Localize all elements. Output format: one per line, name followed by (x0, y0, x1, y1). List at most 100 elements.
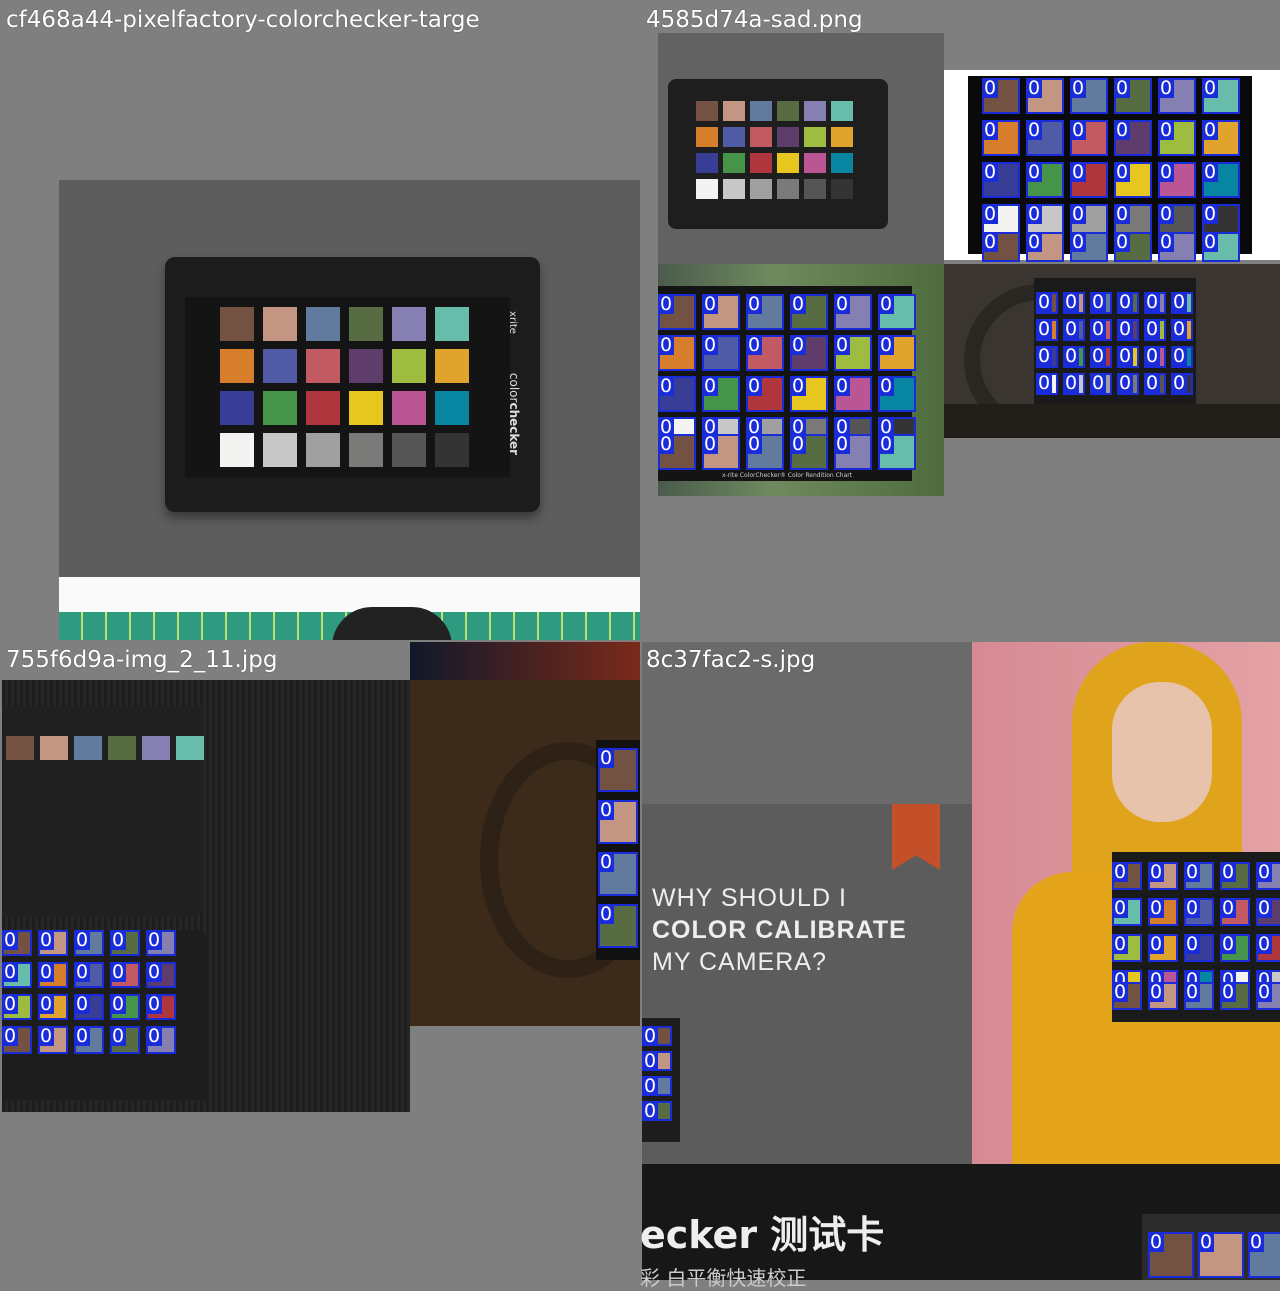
detection-bbox: 0 (1184, 982, 1214, 1010)
detection-bbox: 0 (1144, 346, 1166, 368)
subimage-a-case (668, 79, 888, 229)
color-patch (220, 349, 254, 383)
color-patch (349, 349, 383, 383)
detection-class-label: 0 (1090, 372, 1107, 394)
detection-bbox: 0 (1026, 232, 1064, 262)
detection-class-label: 0 (1090, 318, 1107, 340)
detection-class-label: 0 (1184, 861, 1201, 883)
mosaic-tile-1: xrite colorchecker cf468a44-pixelfactory… (2, 2, 640, 640)
color-patch (40, 736, 68, 760)
detection-bbox: 0 (1112, 982, 1142, 1010)
color-patch (306, 307, 340, 341)
detection-bbox: 0 (2, 994, 32, 1020)
detection-class-label: 0 (1256, 981, 1273, 1003)
detection-bbox: 0 (1184, 862, 1214, 890)
detection-bbox: 0 (1220, 862, 1250, 890)
detection-class-label: 0 (658, 433, 675, 455)
detection-class-label: 0 (1036, 372, 1053, 394)
color-patch (263, 433, 297, 467)
detection-bbox: 0 (790, 294, 828, 330)
detection-bbox: 0 (642, 1076, 672, 1096)
detection-bbox: 0 (146, 930, 176, 956)
detection-bbox: 0 (834, 294, 872, 330)
detection-class-label: 0 (642, 1025, 659, 1047)
detection-class-label: 0 (146, 993, 163, 1015)
detection-bbox: 0 (1202, 120, 1240, 156)
detection-class-label: 0 (1184, 981, 1201, 1003)
detection-bbox: 0 (1158, 78, 1196, 114)
detection-class-label: 0 (1202, 203, 1219, 225)
detection-class-label: 0 (1171, 372, 1188, 394)
detection-bbox: 0 (1036, 373, 1058, 395)
detection-bbox: 0 (110, 962, 140, 988)
detection-bbox: 0 (38, 1026, 68, 1054)
colorchecker-case: xrite colorchecker (165, 257, 540, 512)
detection-bbox: 0 (702, 294, 740, 330)
detection-bbox: 0 (1112, 862, 1142, 890)
detection-class-label: 0 (702, 433, 719, 455)
detection-class-label: 0 (702, 334, 719, 356)
detection-class-label: 0 (1220, 981, 1237, 1003)
detection-class-label: 0 (658, 334, 675, 356)
detection-class-label: 0 (1148, 981, 1165, 1003)
detection-class-label: 0 (1148, 1231, 1165, 1253)
detection-class-label: 0 (1063, 372, 1080, 394)
color-patch (750, 153, 772, 173)
detection-class-label: 0 (1171, 345, 1188, 367)
detection-bbox: 0 (1114, 232, 1152, 262)
detection-bbox: 0 (702, 434, 740, 470)
color-patch (220, 307, 254, 341)
detection-bbox: 0 (1117, 292, 1139, 314)
detection-class-label: 0 (1117, 318, 1134, 340)
color-patch (750, 179, 772, 199)
detection-class-label: 0 (658, 293, 675, 315)
detection-class-label: 0 (702, 375, 719, 397)
detection-bbox: 0 (658, 376, 696, 412)
detection-class-label: 0 (1117, 372, 1134, 394)
detection-class-label: 0 (1063, 318, 1080, 340)
color-patch (804, 101, 826, 121)
detection-bbox: 0 (702, 376, 740, 412)
detection-class-label: 0 (38, 929, 55, 951)
detection-class-label: 0 (834, 433, 851, 455)
color-patch (349, 433, 383, 467)
detection-class-label: 0 (1112, 933, 1129, 955)
tile-4-label: 8c37fac2-s.jpg (646, 647, 816, 673)
tile-1-white-strip (59, 577, 640, 612)
detection-class-label: 0 (834, 293, 851, 315)
detection-bbox: 0 (1063, 319, 1085, 341)
detection-bbox: 0 (1117, 346, 1139, 368)
detection-class-label: 0 (1202, 161, 1219, 183)
detection-bbox: 0 (1198, 1232, 1244, 1278)
detection-class-label: 0 (790, 433, 807, 455)
subimage-c-card (658, 286, 912, 481)
mosaic-tile-3: 00000000000000000000000000000 755f6d9a-i… (2, 642, 640, 1280)
detection-bbox: 0 (1090, 373, 1112, 395)
detection-class-label: 0 (1202, 231, 1219, 253)
detection-bbox: 0 (746, 434, 784, 470)
detection-bbox: 0 (1144, 292, 1166, 314)
detection-class-label: 0 (110, 1025, 127, 1047)
detection-bbox: 0 (658, 335, 696, 371)
color-patch (74, 736, 102, 760)
detection-class-label: 0 (2, 1025, 19, 1047)
detection-class-label: 0 (1144, 291, 1161, 313)
subimage-a-grid (696, 101, 856, 205)
color-patch (750, 101, 772, 121)
tile-4-person-face (1112, 682, 1212, 822)
color-patch (777, 127, 799, 147)
detection-bbox: 0 (1112, 934, 1142, 962)
poster-banner-subtext: 彩 白平衡快速校正 (640, 1266, 807, 1290)
color-patch (349, 307, 383, 341)
color-patch (392, 349, 426, 383)
detection-bbox: 0 (746, 294, 784, 330)
detection-class-label: 0 (878, 433, 895, 455)
detection-bbox: 0 (1171, 319, 1193, 341)
color-patch (831, 127, 853, 147)
detection-class-label: 0 (790, 334, 807, 356)
tile-3-case-bottom (2, 930, 207, 1100)
product-suffix: checker (506, 402, 521, 456)
color-patch (723, 127, 745, 147)
detection-class-label: 0 (1112, 981, 1129, 1003)
detection-class-label: 0 (982, 203, 999, 225)
